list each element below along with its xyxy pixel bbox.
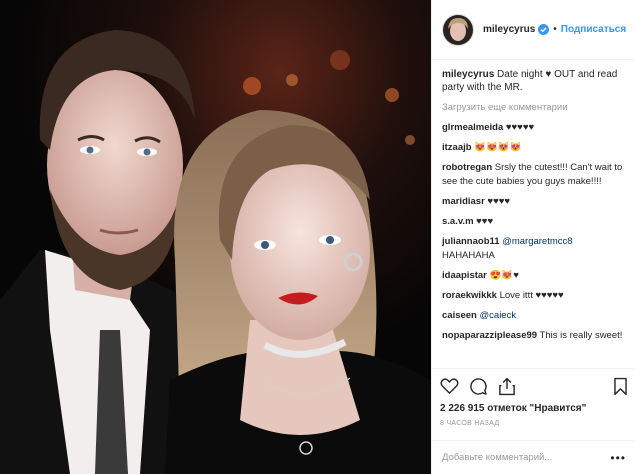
comment-username[interactable]: itzaajb [442, 142, 472, 153]
share-icon[interactable] [498, 377, 516, 396]
comments-list[interactable]: mileycyrus Date night ♥ OUT and read par… [432, 68, 635, 358]
header-username[interactable]: mileycyrus [483, 24, 535, 35]
caption-text-line1: Date night ♥ OUT and read [497, 69, 618, 80]
comment-item: nopaparazziplease99 This is really sweet… [442, 329, 626, 343]
comment-text: 😻😻😻😻 [474, 142, 522, 153]
comment-item: idaapistar 😍😻♥ [442, 269, 626, 283]
comment-item: robotregan Srsly the cutest!!! Can't wai… [442, 161, 626, 189]
comment-item: juliannaob11 @margaretmcc8 HAHAHAHA [442, 235, 626, 263]
verified-badge-icon [538, 24, 550, 35]
comment-mention-link[interactable]: @margaretmcc8 [502, 236, 572, 247]
avatar[interactable] [442, 13, 474, 46]
comment-text: ♥♥♥♥♥ [505, 122, 535, 133]
post-image [0, 0, 431, 474]
load-more-comments-link[interactable]: Загрузить еще комментарии [442, 102, 626, 113]
comment-username[interactable]: robotregan [442, 162, 492, 173]
comment-text: ♥♥♥ [476, 216, 494, 227]
comment-username[interactable]: caiseen [442, 310, 477, 321]
post-caption: mileycyrus Date night ♥ OUT and read par… [442, 68, 626, 94]
comment-username[interactable]: juliannaob11 [442, 236, 500, 247]
post-header: mileycyrus • Подписаться [432, 0, 635, 60]
follow-button[interactable]: Подписаться [561, 24, 626, 35]
comment-username[interactable]: nopaparazziplease99 [442, 330, 537, 341]
post-photo[interactable] [0, 0, 431, 474]
comment-text: 😍😻♥ [489, 270, 519, 281]
comment-item: caiseen @caieck [442, 309, 626, 323]
comment-username[interactable]: maridiasr [442, 196, 485, 207]
bookmark-icon[interactable] [613, 377, 628, 396]
comment-text: ♥♥♥♥ [487, 196, 510, 207]
more-options-icon[interactable]: ••• [610, 451, 626, 465]
post-actions: 2 226 915 отметок "Нравится" 8 часов наз… [432, 368, 635, 427]
comment-item: s.a.v.m ♥♥♥ [442, 215, 626, 229]
header-separator: • [553, 24, 557, 35]
comment-text: Love ittt ♥♥♥♥♥ [499, 290, 564, 301]
comment-username[interactable]: glrmealmeida [442, 122, 503, 133]
comment-text: HAHAHAHA [442, 250, 495, 261]
comment-text: This is really sweet! [539, 330, 623, 341]
comment-username[interactable]: s.a.v.m [442, 216, 474, 227]
add-comment-input[interactable] [442, 452, 611, 463]
caption-username[interactable]: mileycyrus [442, 69, 494, 80]
comment-item: maridiasr ♥♥♥♥ [442, 195, 626, 209]
likes-count[interactable]: 2 226 915 отметок "Нравится" [440, 403, 628, 414]
comment-username[interactable]: roraekwikkk [442, 290, 497, 301]
avatar-image [443, 14, 473, 45]
post-timestamp[interactable]: 8 часов назад [440, 420, 628, 427]
comment-username[interactable]: idaapistar [442, 270, 487, 281]
comment-item: glrmealmeida ♥♥♥♥♥ [442, 121, 626, 135]
comment-item: roraekwikkk Love ittt ♥♥♥♥♥ [442, 289, 626, 303]
action-icons-row [440, 373, 628, 399]
caption-text-line2: party with the MR. [442, 82, 523, 93]
heart-icon[interactable] [440, 377, 459, 395]
add-comment-bar: ••• [432, 440, 635, 474]
post-side-panel: mileycyrus • Подписаться mileycyrus Date… [431, 0, 635, 474]
comment-icon[interactable] [469, 377, 488, 396]
comment-mention-link[interactable]: @caieck [480, 310, 517, 321]
comment-item: itzaajb 😻😻😻😻 [442, 141, 626, 155]
